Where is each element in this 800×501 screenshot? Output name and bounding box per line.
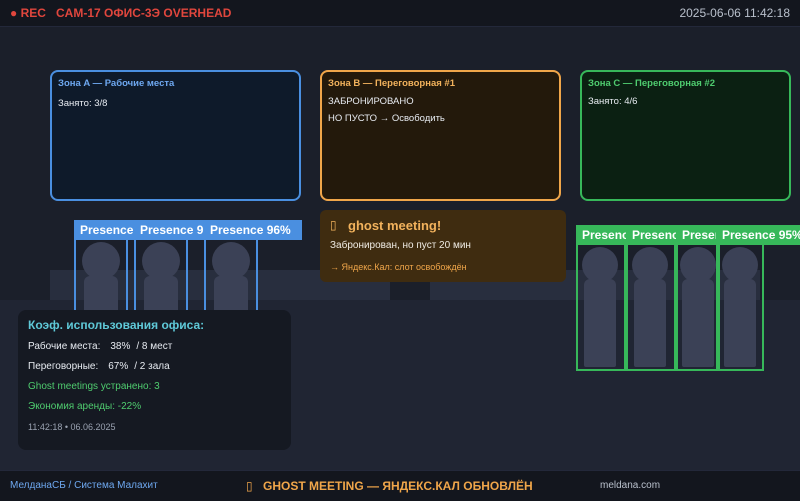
person-silhouette-head [82, 242, 120, 280]
zone-b-status: ЗАБРОНИРОВАНО [328, 96, 414, 107]
zone-c-title: Зона C — Переговорная #2 [588, 78, 715, 89]
camera-datetime: 2025-06-06 11:42:18 [679, 6, 790, 20]
rent-savings: Экономия аренды: -22% [28, 401, 142, 412]
meeting-rooms-percent: 67% [108, 361, 129, 372]
person-silhouette-body [634, 279, 666, 367]
zone-b-action: НО ПУСТО → Освободить [328, 113, 445, 124]
brand-label[interactable]: МелданаСБ / Система Малахит [10, 480, 158, 491]
meeting-rooms-detail: / 2 зала [134, 361, 170, 372]
presence-label: Presence 95% [716, 225, 800, 245]
workplaces-percent: 38% [110, 341, 131, 352]
presence-label: Presence [626, 225, 676, 245]
presence-label: Presence [576, 225, 628, 245]
meeting-rooms-row: Переговорные: 67% / 2 зала [28, 361, 170, 372]
bottom-status-bar: МелданаСБ / Система Малахит ▯ GHOST MEET… [0, 470, 800, 501]
person-silhouette-body [724, 279, 756, 367]
camera-title: CAM-17 ОФИС-3Э OVERHEAD [56, 6, 232, 20]
zone-b-title: Зона B — Переговорная #1 [328, 78, 455, 89]
presence-label: Presence 9 [74, 220, 136, 240]
ghost-alert-subtitle: Забронирован, но пуст 20 мин [330, 240, 471, 251]
person-silhouette-head [142, 242, 180, 280]
presence-label: Presence 9 [134, 220, 204, 240]
meeting-rooms-label: Переговорные: [28, 361, 99, 372]
zone-b-box[interactable]: Зона B — Переговорная #1 ЗАБРОНИРОВАНО Н… [320, 70, 561, 201]
top-status-bar: ● REC CAM-17 ОФИС-3Э OVERHEAD 2025-06-06… [0, 0, 800, 27]
presence-label: Presence [676, 225, 720, 245]
alert-icon: ▯ [246, 479, 253, 493]
recording-indicator: ● REC [10, 6, 46, 20]
person-silhouette-body [584, 279, 616, 367]
alert-ticker: GHOST MEETING — ЯНДЕКС.КАЛ ОБНОВЛЁН [263, 479, 533, 493]
ghost-meeting-alert[interactable]: ▯ ghost meeting! Забронирован, но пуст 2… [320, 210, 566, 282]
workplaces-detail: / 8 мест [136, 341, 173, 352]
workplaces-row: Рабочие места: 38% / 8 мест [28, 341, 172, 352]
zone-a-box[interactable]: Зона A — Рабочие места Занято: 3/8 [50, 70, 301, 201]
utilization-panel: Коэф. использования офиса: Рабочие места… [18, 310, 291, 450]
person-silhouette-head [212, 242, 250, 280]
person-silhouette-head [722, 247, 758, 283]
ghost-alert-title: ghost meeting! [348, 218, 442, 233]
zone-c-box[interactable]: Зона C — Переговорная #2 Занято: 4/6 [580, 70, 791, 201]
presence-label: Presence 96% [204, 220, 302, 240]
site-link[interactable]: meldana.com [600, 480, 660, 491]
person-silhouette-body [682, 279, 714, 367]
person-silhouette-head [632, 247, 668, 283]
person-silhouette-head [582, 247, 618, 283]
person-silhouette-head [680, 247, 716, 283]
calendar-release-link[interactable]: → Яндекс.Кал: слот освобождён [330, 262, 467, 272]
utilization-title: Коэф. использования офиса: [28, 318, 205, 332]
zone-a-title: Зона A — Рабочие места [58, 78, 175, 89]
zone-c-occupancy: Занято: 4/6 [588, 96, 638, 107]
zone-a-occupancy: Занято: 3/8 [58, 98, 108, 109]
stats-timestamp: 11:42:18 • 06.06.2025 [28, 422, 116, 432]
workplaces-label: Рабочие места: [28, 341, 101, 352]
warning-icon: ▯ [330, 218, 337, 232]
ghost-fixed-count: Ghost meetings устранено: 3 [28, 381, 160, 392]
